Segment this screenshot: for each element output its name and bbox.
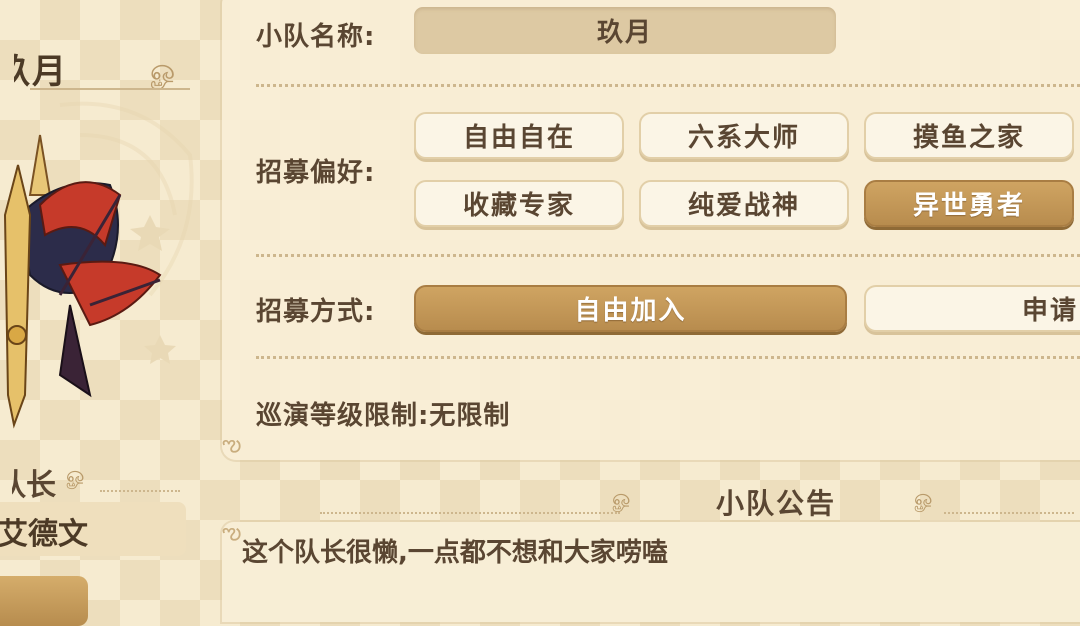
ornament-swirl-icon: ௐ bbox=[914, 486, 936, 511]
captain-column: 玖月 ௐ 队长 ௐ 艾德文 bbox=[0, 0, 215, 626]
preference-chip-isekai-hero[interactable]: 异世勇者 bbox=[864, 180, 1074, 227]
change-leader-button[interactable] bbox=[0, 576, 88, 626]
divider bbox=[100, 490, 180, 492]
ornament-swirl-icon: ௐ bbox=[66, 463, 88, 488]
announcement-title: 小队公告 bbox=[716, 487, 837, 520]
recruit-preference-label: 招募偏好: bbox=[256, 158, 376, 188]
method-apply-label: 申请 bbox=[1021, 296, 1078, 326]
team-settings-panel bbox=[222, 0, 1080, 460]
divider bbox=[944, 512, 1074, 514]
preference-chip-slacker[interactable]: 摸鱼之家 bbox=[864, 112, 1074, 159]
divider bbox=[256, 356, 1080, 359]
captain-character-art bbox=[3, 101, 194, 429]
level-limit-text: 巡演等级限制:无限制 bbox=[256, 401, 511, 431]
divider bbox=[256, 254, 1080, 257]
heading-underline bbox=[30, 88, 190, 90]
preference-chip-six-master[interactable]: 六系大师 bbox=[639, 112, 849, 159]
recruit-method-label: 招募方式: bbox=[256, 297, 376, 327]
method-apply-button[interactable]: 申请 bbox=[864, 285, 1080, 332]
divider bbox=[320, 512, 620, 514]
divider bbox=[256, 84, 1080, 87]
method-free-join-button[interactable]: 自由加入 bbox=[414, 285, 847, 332]
preference-chip-free[interactable]: 自由自在 bbox=[414, 112, 624, 159]
ornament-swirl-icon: ௐ bbox=[150, 53, 180, 88]
corner-ornament-icon: ఌ bbox=[222, 520, 242, 545]
team-name-heading: 玖月 bbox=[0, 52, 68, 92]
preference-chip-pure-love[interactable]: 纯爱战神 bbox=[639, 180, 849, 227]
preference-chip-collector[interactable]: 收藏专家 bbox=[414, 180, 624, 227]
team-name-label: 小队名称: bbox=[256, 22, 376, 52]
leader-name: 艾德文 bbox=[0, 517, 88, 552]
corner-ornament-icon: ఌ bbox=[222, 432, 242, 457]
ornament-swirl-icon: ௐ bbox=[612, 486, 634, 511]
announcement-text: 这个队长很懒,一点都不想和大家唠嗑 bbox=[242, 538, 668, 568]
team-name-input[interactable]: 玖月 bbox=[414, 7, 836, 54]
leader-label: 队长 bbox=[0, 468, 56, 503]
